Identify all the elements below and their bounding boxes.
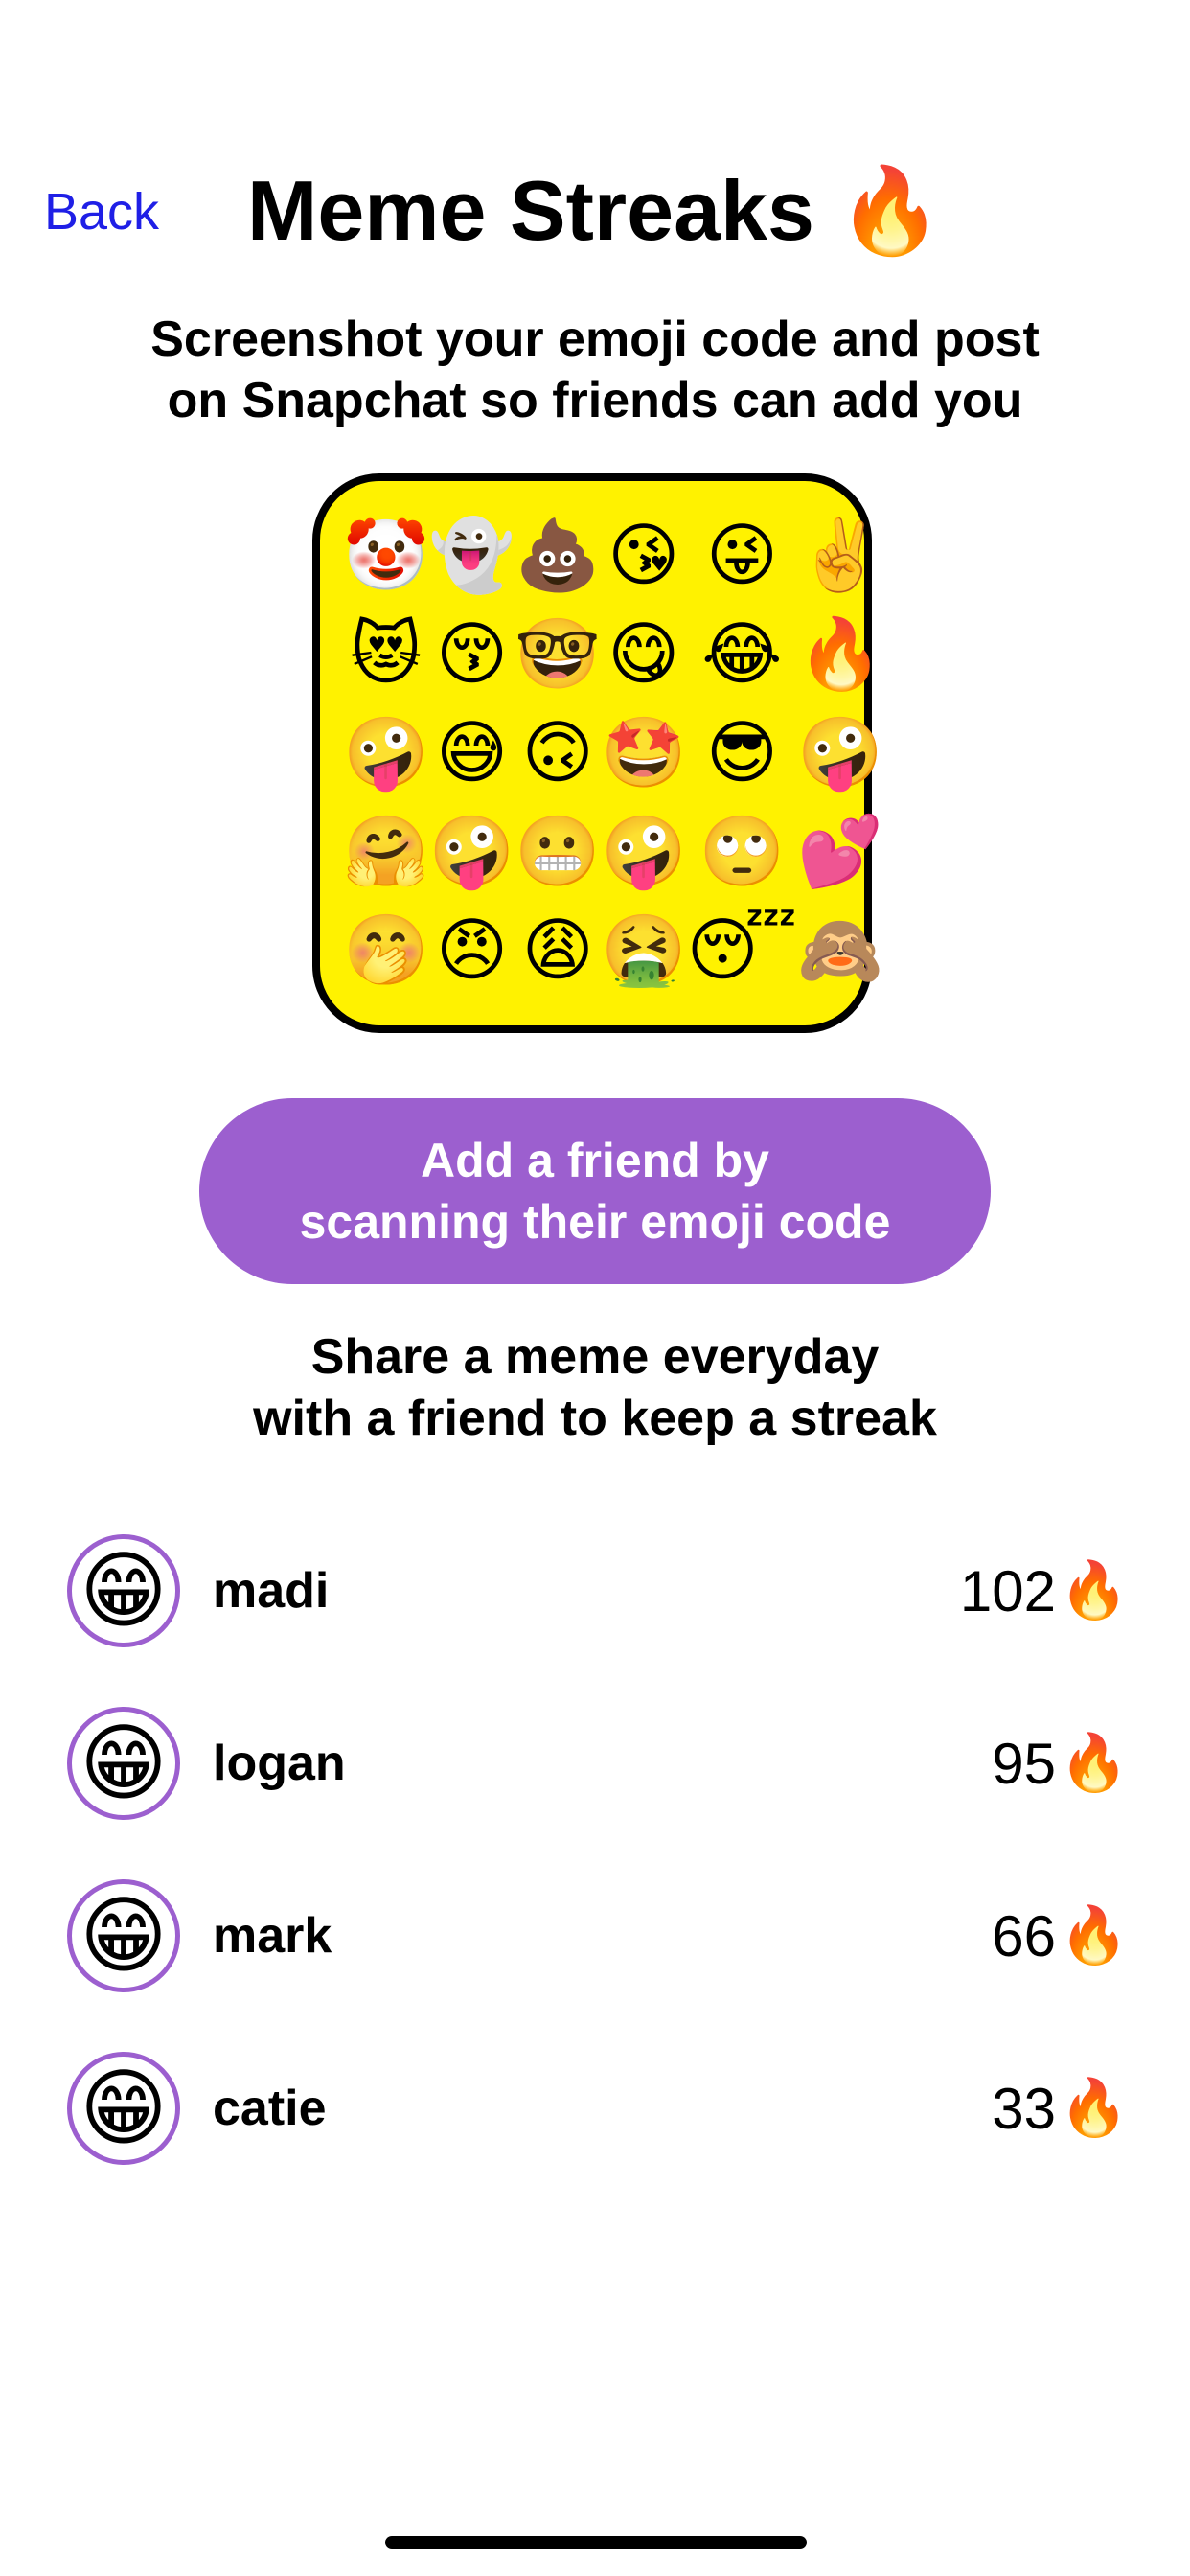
emoji-code-cell: 🤓 [515, 615, 601, 693]
emoji-code-cell: 🙄 [698, 814, 786, 891]
streak-row-logan[interactable]: 😁 logan 95 🔥 [0, 1677, 1190, 1850]
emoji-code-cell: 🙃 [521, 714, 594, 792]
emoji-code-cell: 🤡 [343, 517, 429, 594]
emoji-code-cell: 😜 [705, 517, 778, 594]
friend-name: madi [213, 1563, 330, 1619]
streak-row-catie[interactable]: 😁 catie 33 🔥 [0, 2022, 1190, 2195]
emoji-code-cell: 😚 [435, 615, 509, 693]
emoji-code-cell: 🤪 [428, 814, 515, 891]
emoji-code-cell: 😬 [515, 814, 601, 891]
avatar: 😁 [67, 2052, 180, 2165]
emoji-code-cell: 💩 [515, 517, 601, 594]
avatar: 😁 [67, 1534, 180, 1647]
home-indicator[interactable] [385, 2536, 807, 2549]
streak-list: 😁 madi 102 🔥 😁 logan 95 🔥 😁 mark 66 🔥 😁 … [0, 1505, 1190, 2195]
streak-count: 33 [992, 2076, 1056, 2141]
emoji-code-cell: 😎 [705, 714, 778, 792]
emoji-code-cell: 🤪 [797, 714, 883, 792]
emoji-code-cell: 😘 [607, 517, 680, 594]
fire-icon: 🔥 [1059, 1904, 1129, 1966]
emoji-code-cell: 🤪 [343, 714, 429, 792]
emoji-code-cell: 😅 [435, 714, 509, 792]
fire-icon: 🔥 [1059, 1732, 1129, 1794]
emoji-code-cell: 🤗 [343, 814, 429, 891]
streak-row-madi[interactable]: 😁 madi 102 🔥 [0, 1505, 1190, 1677]
emoji-code-cell: 🤪 [600, 814, 687, 891]
emoji-code-cell: 😴 [686, 912, 798, 990]
emoji-code-card: 🤡 👻 💩 😘 😜 ✌️ 😻 😚 🤓 😋 😂 🔥 🤪 😅 🙃 🤩 😎 🤪 🤗 🤪… [312, 473, 883, 1033]
emoji-code-cell: 😂 [701, 615, 783, 693]
emoji-code-cell: 😻 [350, 615, 423, 693]
emoji-code-cell: 😩 [521, 912, 594, 990]
streak-count: 95 [992, 1731, 1056, 1796]
emoji-code-cell: 🤩 [600, 714, 687, 792]
friend-name: mark [213, 1908, 332, 1964]
share-caption: Share a meme everyday with a friend to k… [253, 1329, 937, 1446]
emoji-code-cell: 😋 [607, 615, 680, 693]
add-friend-scan-button[interactable]: Add a friend by scanning their emoji cod… [199, 1098, 991, 1284]
fire-icon: 🔥 [1059, 2077, 1129, 2139]
emoji-code-cell: 🤭 [343, 912, 429, 990]
avatar: 😁 [67, 1707, 180, 1820]
emoji-code-cell: ✌️ [797, 517, 883, 594]
streak-row-mark[interactable]: 😁 mark 66 🔥 [0, 1850, 1190, 2022]
page-title: Meme Streaks 🔥 [247, 163, 943, 258]
emoji-code-cell: 🔥 [797, 615, 883, 693]
emoji-code-cell: 👻 [428, 517, 515, 594]
meme-streaks-screen: Back Meme Streaks 🔥 Screenshot your emoj… [0, 0, 1190, 2576]
emoji-code-cell: 💕 [797, 814, 883, 891]
instructions-text: Screenshot your emoji code and post on S… [150, 311, 1040, 428]
emoji-code-cell: 🤮 [600, 912, 687, 990]
streak-count: 102 [959, 1558, 1056, 1623]
fire-icon: 🔥 [1059, 1559, 1129, 1622]
friend-name: catie [213, 2081, 327, 2136]
friend-name: logan [213, 1736, 346, 1791]
emoji-code-cell: 🙈 [797, 912, 883, 990]
emoji-code-cell: 😠 [435, 912, 509, 990]
avatar: 😁 [67, 1879, 180, 1992]
streak-count: 66 [992, 1903, 1056, 1968]
